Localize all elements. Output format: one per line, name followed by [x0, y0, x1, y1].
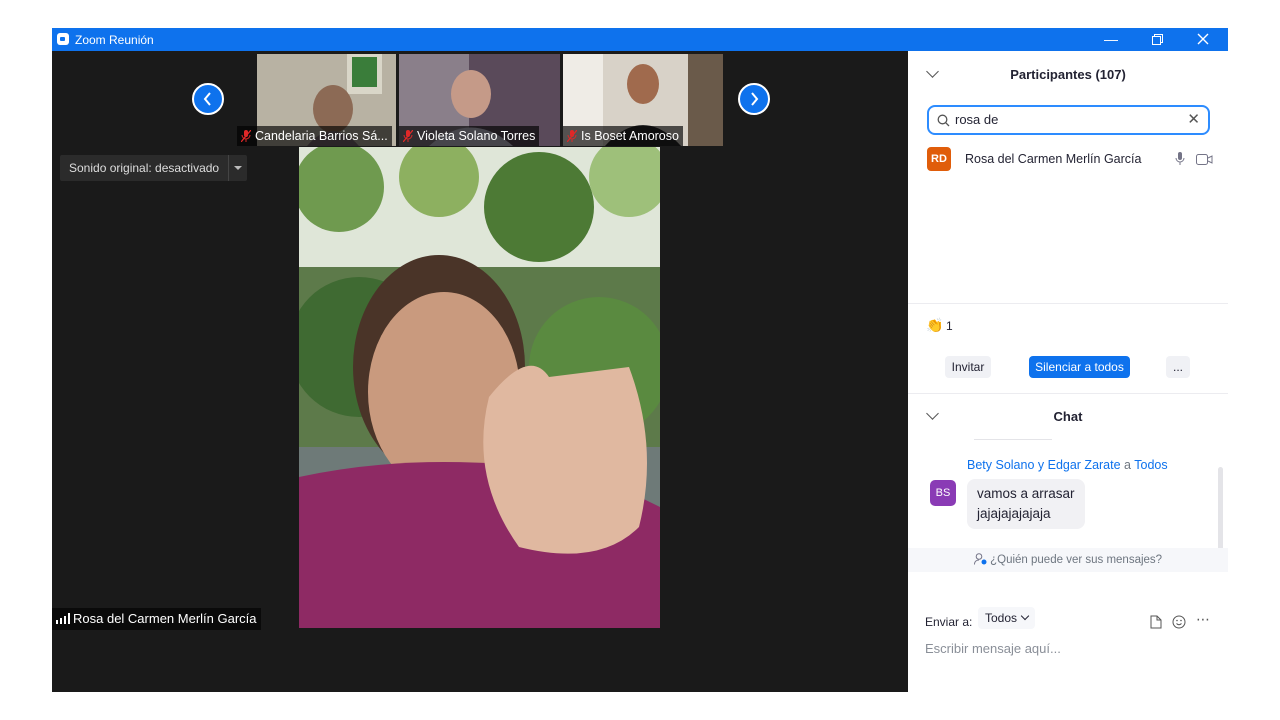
participant-search-input[interactable]: rosa de ✕ — [927, 105, 1210, 135]
send-to-label: Enviar a: — [925, 615, 973, 629]
participant-name: Candelaria Barrios Sá... — [237, 126, 392, 146]
mic-muted-icon — [403, 130, 413, 142]
participant-thumbnail[interactable]: Candelaria Barrios Sá... — [237, 54, 396, 146]
participant-name: Rosa del Carmen Merlín García — [965, 152, 1142, 166]
video-stage: Candelaria Barrios Sá... Violeta Solano … — [52, 51, 908, 692]
divider — [908, 393, 1228, 394]
message-line: jajajajajajaja — [977, 506, 1051, 521]
restore-icon[interactable] — [1134, 28, 1180, 51]
person-info-icon — [973, 553, 987, 565]
send-to-select[interactable]: Todos — [978, 607, 1036, 629]
side-panel: Participantes (107) rosa de ✕ RD Rosa de… — [908, 51, 1228, 692]
speaker-video-frame — [299, 147, 660, 628]
clapping-hands-icon: 👏 — [926, 317, 944, 333]
message-bubble: vamos a arrasar jajajajajajaja — [967, 479, 1085, 529]
emoji-icon[interactable] — [1172, 615, 1186, 629]
to-label: a — [1124, 458, 1131, 472]
title-bar: Zoom Reunión — — [52, 28, 1228, 51]
original-sound-toggle[interactable]: Sonido original: desactivado — [60, 155, 248, 181]
participant-avatar: RD — [927, 147, 951, 171]
search-icon — [937, 114, 950, 127]
participant-name: Violeta Solano Torres — [399, 126, 540, 146]
mic-muted-icon — [241, 130, 251, 142]
previous-page-button[interactable] — [192, 83, 224, 115]
participant-thumbnail[interactable]: Violeta Solano Torres — [399, 54, 560, 146]
close-icon[interactable] — [1180, 28, 1226, 51]
search-value: rosa de — [955, 112, 999, 127]
zoom-app-icon — [57, 33, 69, 45]
file-icon[interactable] — [1150, 615, 1162, 629]
divider — [908, 303, 1228, 304]
chevron-down-icon — [1021, 611, 1030, 621]
message-visibility-info[interactable]: ¿Quién puede ver sus mensajes? — [908, 548, 1228, 572]
chat-title: Chat — [1053, 409, 1083, 424]
window-title: Zoom Reunión — [75, 33, 154, 47]
minimize-icon[interactable]: — — [1088, 28, 1134, 51]
visibility-text: ¿Quién puede ver sus mensajes? — [990, 554, 1163, 566]
video-camera-icon — [1196, 154, 1213, 165]
message-line: vamos a arrasar — [977, 486, 1075, 501]
participants-title: Participantes (107) — [1010, 67, 1126, 82]
more-options-button[interactable]: ... — [1166, 356, 1190, 378]
message-separator — [974, 439, 1052, 440]
reaction-count: 1 — [946, 319, 953, 333]
signal-strength-icon — [56, 613, 70, 624]
message-header: Bety Solano y Edgar Zarate a Todos — [967, 458, 1168, 472]
mute-all-button[interactable]: Silenciar a todos — [1029, 356, 1130, 378]
invite-button[interactable]: Invitar — [945, 356, 991, 378]
clear-search-icon[interactable]: ✕ — [1187, 110, 1200, 128]
send-to-value: Todos — [985, 611, 1018, 625]
participant-name: Is Boset Amoroso — [563, 126, 683, 146]
speaker-name-tag: Rosa del Carmen Merlín García — [52, 608, 261, 630]
zoom-window: Zoom Reunión — Candelaria Barrios Sá... — [52, 28, 1228, 692]
chevron-down-icon[interactable] — [228, 155, 247, 181]
sender-avatar: BS — [930, 480, 956, 506]
more-icon[interactable]: ⋯ — [1196, 611, 1210, 628]
recipient-name: Todos — [1134, 458, 1168, 472]
microphone-icon — [1175, 152, 1185, 165]
original-sound-label: Sonido original: desactivado — [69, 161, 220, 175]
active-speaker-video — [299, 147, 660, 628]
sender-name: Bety Solano y Edgar Zarate — [967, 458, 1121, 472]
chat-message-input[interactable]: Escribir mensaje aquí... — [925, 641, 1061, 656]
mic-muted-icon — [567, 130, 577, 142]
participant-thumbnail[interactable]: Is Boset Amoroso — [563, 54, 723, 146]
next-page-button[interactable] — [738, 83, 770, 115]
speaker-name: Rosa del Carmen Merlín García — [73, 611, 257, 626]
